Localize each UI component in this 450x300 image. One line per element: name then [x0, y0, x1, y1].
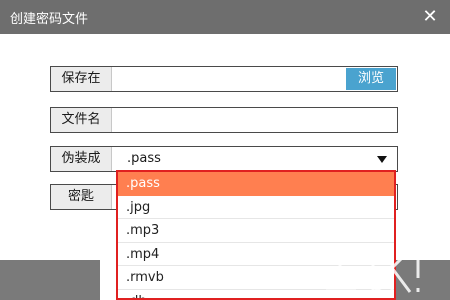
key-label: 密匙 [51, 185, 112, 209]
dropdown-option[interactable]: .pass [118, 172, 394, 196]
save-location-row: 保存在 浏览 [50, 66, 398, 92]
watermark-logo [326, 246, 420, 294]
close-icon[interactable]: ✕ [416, 3, 444, 31]
filename-input[interactable] [111, 108, 397, 132]
browse-button[interactable]: 浏览 [346, 68, 396, 90]
disguise-row: 伪装成 .pass [50, 146, 398, 172]
save-location-label: 保存在 [51, 67, 112, 91]
filename-row: 文件名 [50, 107, 398, 133]
save-location-input[interactable] [111, 67, 345, 91]
disguise-selected-value: .pass [127, 151, 161, 166]
dropdown-option[interactable]: .jpg [118, 196, 394, 219]
disguise-select[interactable]: .pass [111, 147, 397, 171]
window-title: 创建密码文件 [10, 12, 89, 27]
triangle-down-icon[interactable] [377, 156, 387, 163]
disguise-label: 伪装成 [51, 147, 112, 171]
title-bar: 创建密码文件 ✕ [0, 0, 450, 34]
filename-label: 文件名 [51, 108, 112, 132]
